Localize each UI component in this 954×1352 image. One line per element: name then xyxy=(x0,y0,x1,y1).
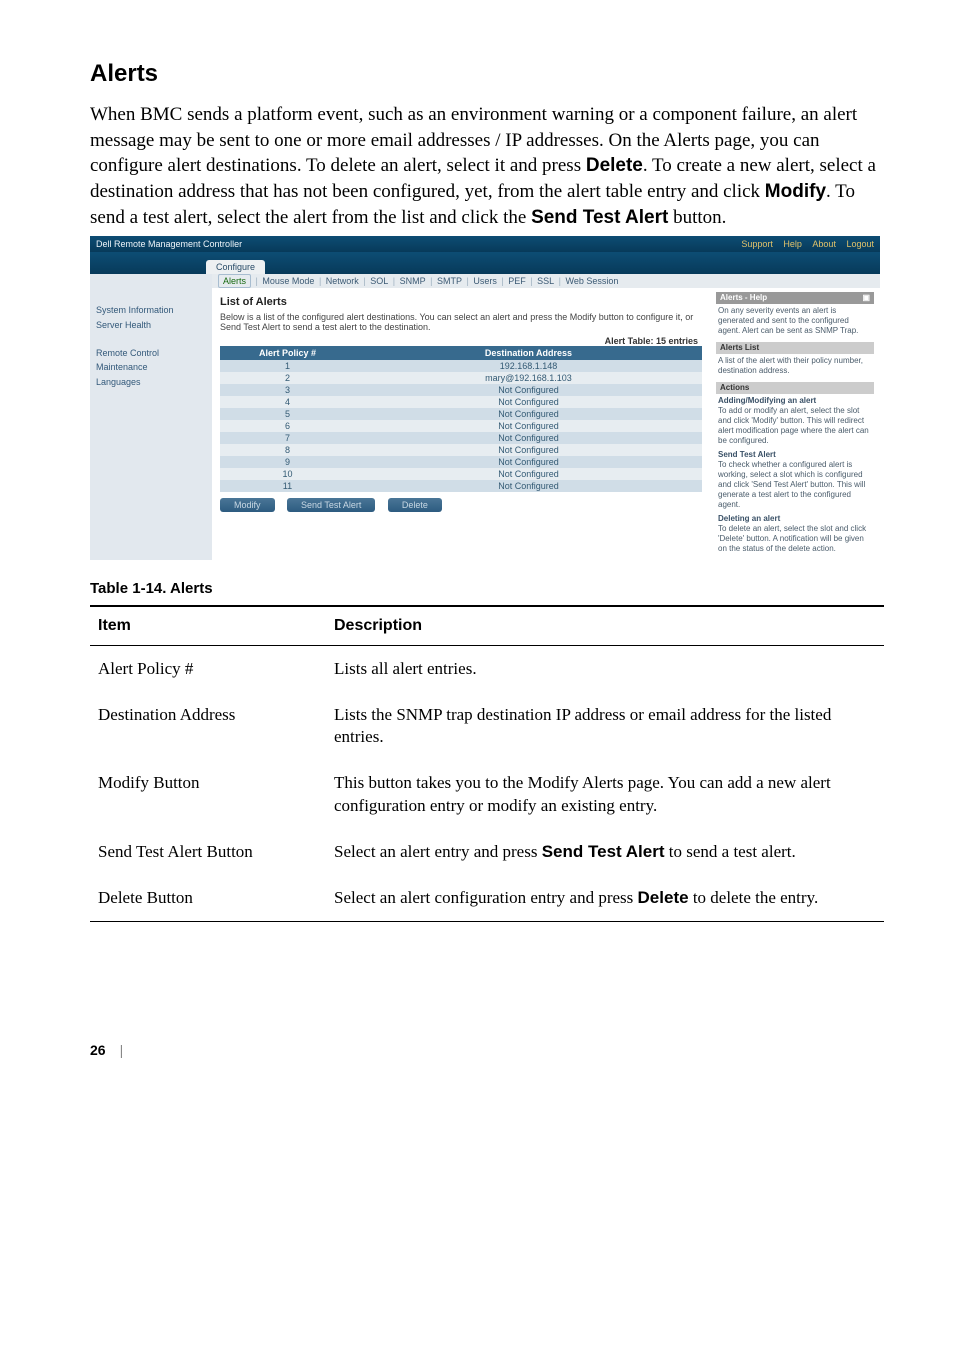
table-row[interactable]: 8Not Configured xyxy=(220,444,702,456)
embedded-screenshot: Dell Remote Management Controller Suppor… xyxy=(90,236,880,560)
alert-table-count: Alert Table: 15 entries xyxy=(220,336,702,346)
help-p1: On any severity events an alert is gener… xyxy=(716,304,874,338)
subtab-ssl[interactable]: SSL xyxy=(537,276,554,286)
th-item: Item xyxy=(90,606,326,646)
help-h-deleting: Deleting an alert xyxy=(718,514,872,524)
help-h-sendtest: Send Test Alert xyxy=(718,450,872,460)
help-sub-actions: Actions xyxy=(716,382,874,394)
page-footer: 26 | xyxy=(90,1042,884,1058)
tab-configure[interactable]: Configure xyxy=(206,260,265,274)
subtab-row: Alerts | Mouse Mode | Network | SOL | SN… xyxy=(212,274,880,288)
help-p2: A list of the alert with their policy nu… xyxy=(716,354,874,378)
p-bold-delete: Delete xyxy=(586,155,643,176)
link-logout[interactable]: Logout xyxy=(846,239,874,249)
subtab-network[interactable]: Network xyxy=(326,276,359,286)
subtab-web-session[interactable]: Web Session xyxy=(566,276,619,286)
sidebar: System Information Server Health Configu… xyxy=(90,274,212,560)
row-item: Destination Address xyxy=(90,692,326,760)
help-p3: To add or modify an alert, select the sl… xyxy=(718,406,869,445)
sidebar-item-languages[interactable]: Languages xyxy=(96,376,206,389)
table-row[interactable]: 4Not Configured xyxy=(220,396,702,408)
row-desc: Select an alert entry and press Send Tes… xyxy=(326,829,884,875)
modify-button[interactable]: Modify xyxy=(220,498,275,512)
page-number: 26 xyxy=(90,1042,106,1058)
console-titlebar: Dell Remote Management Controller Suppor… xyxy=(90,236,880,252)
close-icon[interactable]: ▣ xyxy=(862,293,870,303)
table-row[interactable]: 7Not Configured xyxy=(220,432,702,444)
col-alert-policy: Alert Policy # xyxy=(220,346,355,360)
sidebar-item-server-health[interactable]: Server Health xyxy=(96,319,206,332)
col-destination-address: Destination Address xyxy=(355,346,702,360)
definition-table: Item Description Alert Policy # Lists al… xyxy=(90,605,884,922)
alerts-table: Alert Policy # Destination Address 1192.… xyxy=(220,346,702,492)
row-desc: Select an alert configuration entry and … xyxy=(326,875,884,922)
sidebar-item-maintenance[interactable]: Maintenance xyxy=(96,361,206,374)
row-desc: This button takes you to the Modify Aler… xyxy=(326,760,884,828)
row-item: Alert Policy # xyxy=(90,646,326,693)
sidebar-item-remote-control[interactable]: Remote Control xyxy=(96,347,206,360)
sidebar-item-system-information[interactable]: System Information xyxy=(96,304,206,317)
footer-divider: | xyxy=(120,1042,124,1058)
p-bold-sendtest: Send Test Alert xyxy=(531,207,668,228)
p-seg-6: button. xyxy=(668,207,726,228)
row-item: Modify Button xyxy=(90,760,326,828)
table-row[interactable]: 5Not Configured xyxy=(220,408,702,420)
link-support[interactable]: Support xyxy=(741,239,773,249)
link-help[interactable]: Help xyxy=(783,239,802,249)
row-desc: Lists all alert entries. xyxy=(326,646,884,693)
section-title: Alerts xyxy=(90,60,884,88)
subtab-mouse-mode[interactable]: Mouse Mode xyxy=(262,276,314,286)
list-of-alerts-heading: List of Alerts xyxy=(220,296,702,308)
content-main: List of Alerts Below is a list of the co… xyxy=(212,288,710,560)
subtab-users[interactable]: Users xyxy=(473,276,497,286)
link-about[interactable]: About xyxy=(812,239,836,249)
list-of-alerts-desc: Below is a list of the configured alert … xyxy=(220,312,702,332)
table-row[interactable]: 10Not Configured xyxy=(220,468,702,480)
help-h-adding: Adding/Modifying an alert xyxy=(718,396,872,406)
dell-logo: DØLL xyxy=(0,254,32,274)
th-description: Description xyxy=(326,606,884,646)
row-item: Send Test Alert Button xyxy=(90,829,326,875)
table-row[interactable]: 11Not Configured xyxy=(220,480,702,492)
table-row[interactable]: 1192.168.1.148 xyxy=(220,360,702,372)
help-title: Alerts - Help xyxy=(720,293,767,303)
help-p4: To check whether a configured alert is w… xyxy=(718,460,865,509)
table-row[interactable]: 6Not Configured xyxy=(220,420,702,432)
subtab-snmp[interactable]: SNMP xyxy=(400,276,426,286)
help-panel: Alerts - Help ▣ On any severity events an… xyxy=(710,288,880,560)
table-row[interactable]: 3Not Configured xyxy=(220,384,702,396)
table-caption: Table 1-14. Alerts xyxy=(90,580,884,597)
send-test-alert-button[interactable]: Send Test Alert xyxy=(287,498,375,512)
subtab-smtp[interactable]: SMTP xyxy=(437,276,462,286)
p-bold-modify: Modify xyxy=(765,181,826,202)
intro-paragraph: When BMC sends a platform event, such as… xyxy=(90,102,884,230)
console-title: Dell Remote Management Controller xyxy=(96,239,242,249)
tab-row: DØLL Configure xyxy=(90,252,880,274)
row-desc: Lists the SNMP trap destination IP addre… xyxy=(326,692,884,760)
table-row[interactable]: 9Not Configured xyxy=(220,456,702,468)
table-row[interactable]: 2mary@192.168.1.103 xyxy=(220,372,702,384)
subtab-pef[interactable]: PEF xyxy=(508,276,526,286)
help-sub-alerts-list: Alerts List xyxy=(716,342,874,354)
subtab-sol[interactable]: SOL xyxy=(370,276,388,286)
subtab-alerts[interactable]: Alerts xyxy=(218,274,251,288)
row-item: Delete Button xyxy=(90,875,326,922)
help-p5: To delete an alert, select the slot and … xyxy=(718,524,866,553)
delete-button[interactable]: Delete xyxy=(388,498,442,512)
